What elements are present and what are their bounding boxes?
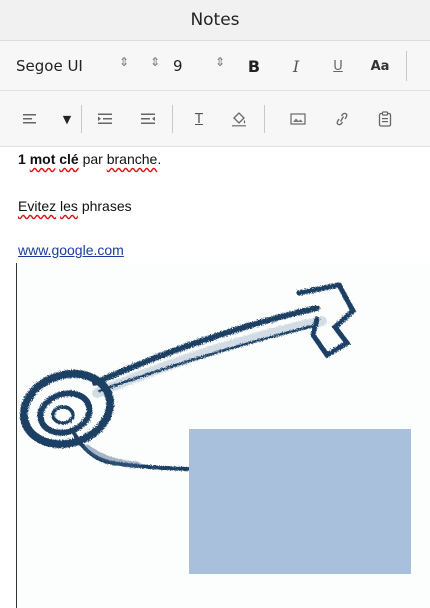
key-image — [16, 263, 430, 608]
align-left-icon — [23, 114, 36, 124]
chevron-down-icon: ▼ — [62, 112, 72, 126]
italic-label: I — [292, 56, 300, 76]
font-name-field[interactable]: Segoe UI — [16, 57, 83, 75]
format-toolbar: Segoe UI ⇕ 9 ⇕ ⇕ B I U Aa — [0, 41, 430, 91]
word-par: par — [82, 151, 103, 167]
note-link-line: www.google.com — [18, 242, 124, 258]
indent-button[interactable] — [92, 106, 118, 132]
bold-label: B — [247, 56, 261, 76]
bold-word-mot: mot — [29, 151, 56, 167]
key-illustration — [19, 282, 411, 574]
bold-button[interactable]: B — [241, 53, 267, 79]
font-size-spin-right-icon[interactable]: ⇕ — [215, 56, 225, 68]
case-button[interactable]: Aa — [367, 53, 393, 79]
indent-icon — [98, 113, 112, 124]
toolbar-separator — [81, 105, 82, 133]
clear-format-label: T — [195, 111, 203, 127]
toolbar-separator — [172, 105, 173, 133]
word-phrases: phrases — [81, 198, 132, 214]
font-name-spin-icon[interactable]: ⇕ — [119, 56, 129, 68]
word-les: les — [60, 198, 78, 214]
word-evitez: Evitez — [18, 198, 57, 214]
image-icon — [290, 113, 306, 125]
paste-button[interactable] — [372, 106, 398, 132]
window-title: Notes — [190, 10, 240, 30]
insert-link-button[interactable] — [329, 106, 355, 132]
period: . — [157, 151, 162, 167]
note-editor[interactable]: 1 mot clé par branche. Evitez les phrase… — [0, 147, 430, 608]
bold-word-cle: clé — [59, 151, 79, 167]
link-icon — [336, 112, 348, 126]
align-left-button[interactable] — [17, 106, 43, 132]
italic-button[interactable]: I — [283, 53, 309, 79]
toolbar-separator — [406, 51, 407, 81]
paint-bucket-icon — [232, 112, 246, 127]
paragraph-toolbar: ▼ T — [0, 91, 430, 147]
underline-button[interactable]: U — [325, 53, 351, 79]
clipboard-icon — [378, 111, 392, 127]
bold-number: 1 — [18, 151, 26, 167]
highlight-button[interactable] — [226, 106, 252, 132]
note-line-2: Evitez les phrases — [18, 198, 132, 214]
insert-image-button[interactable] — [285, 106, 311, 132]
align-dropdown-button[interactable]: ▼ — [54, 106, 80, 132]
google-link[interactable]: www.google.com — [18, 242, 124, 258]
toolbar-separator — [264, 105, 265, 133]
font-size-spin-left-icon[interactable]: ⇕ — [150, 56, 160, 68]
note-line-1: 1 mot clé par branche. — [18, 151, 161, 167]
notes-title-bar: Notes — [0, 0, 430, 41]
tag-label-card — [189, 429, 411, 574]
word-branche: branche — [106, 151, 158, 167]
clear-format-button[interactable]: T — [186, 106, 212, 132]
case-label: Aa — [370, 58, 390, 74]
underline-label: U — [333, 58, 343, 74]
outdent-button[interactable] — [135, 106, 161, 132]
outdent-icon — [141, 113, 155, 124]
font-size-field[interactable]: 9 — [173, 57, 183, 75]
